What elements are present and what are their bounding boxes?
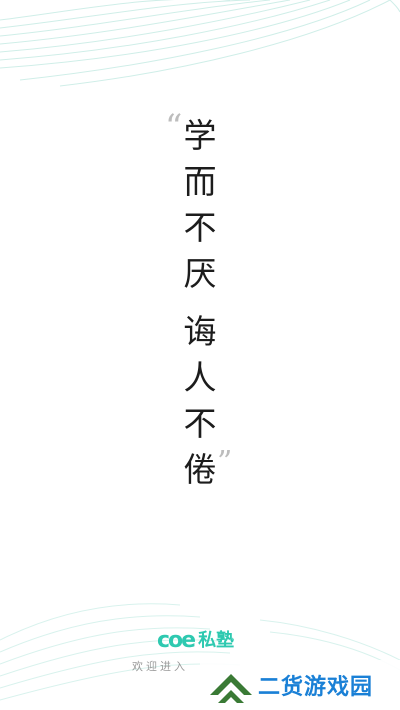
- brand-logo-mark: coe: [157, 628, 196, 653]
- watermark-text: 二货游戏园: [258, 675, 374, 700]
- quote-char: 倦: [183, 450, 217, 489]
- watermark: 二货游戏园: [200, 660, 400, 710]
- quote-char: 人: [183, 358, 217, 397]
- quote-char: 而: [183, 162, 217, 201]
- brand-logo: coe 私塾: [157, 628, 234, 654]
- close-quote-mark: ”: [217, 445, 233, 480]
- quote-char: 诲: [183, 312, 217, 351]
- welcome-text: 欢迎进入: [132, 660, 188, 673]
- brand-name: 私塾: [198, 630, 235, 651]
- quote-line-1: 学 而 不 厌: [182, 116, 218, 300]
- quote-char: 不: [183, 404, 217, 443]
- quote-char: 厌: [183, 254, 217, 293]
- quote-char: 学: [183, 116, 217, 155]
- watermark-chevron-icon: [210, 674, 252, 703]
- quote-line-2: 诲 人 不 倦: [182, 312, 218, 496]
- open-quote-mark: “: [165, 107, 183, 147]
- quote-char: 不: [183, 208, 217, 247]
